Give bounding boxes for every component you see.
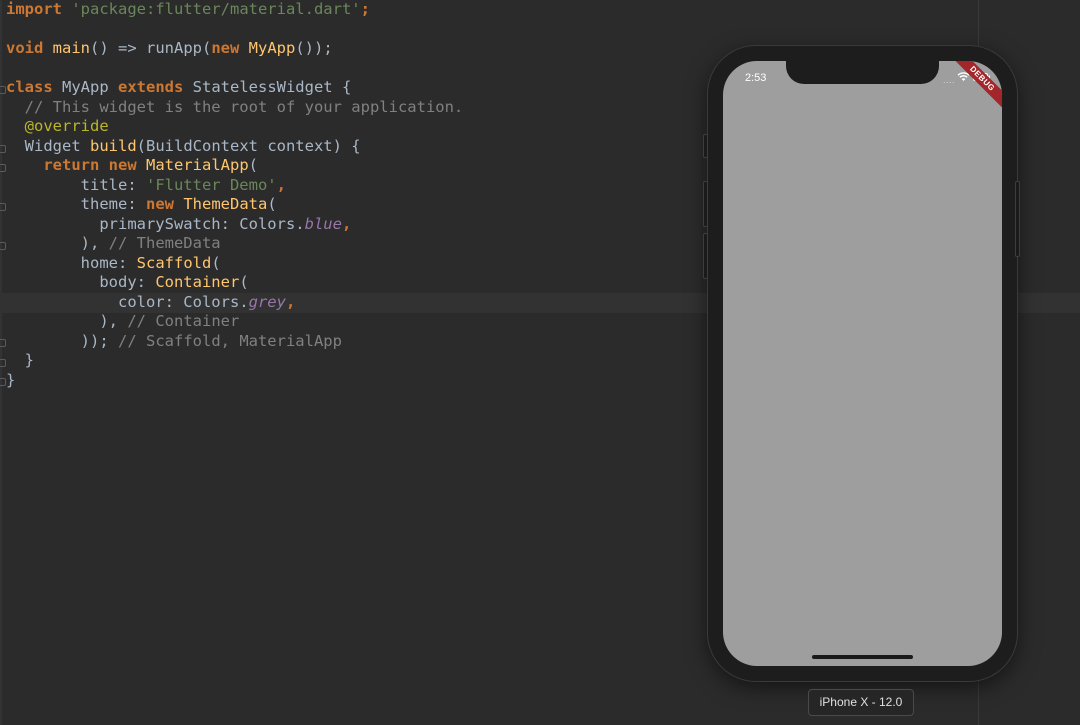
- code-token: (BuildContext context) {: [136, 136, 361, 155]
- home-indicator[interactable]: [812, 655, 913, 659]
- code-token: home:: [6, 253, 137, 272]
- code-line[interactable]: )); // Scaffold, MaterialApp: [6, 332, 463, 352]
- code-line[interactable]: theme: new ThemeData(: [6, 195, 463, 215]
- code-line[interactable]: import 'package:flutter/material.dart';: [6, 0, 463, 20]
- code-token: ),: [6, 234, 109, 252]
- code-token: void: [6, 39, 44, 57]
- iphone-simulator: 2:53 .... DEBUG: [703, 46, 1020, 681]
- code-token: }: [6, 370, 16, 389]
- mute-switch: [703, 134, 708, 158]
- code-token: body:: [6, 273, 156, 291]
- code-token: new: [211, 39, 240, 57]
- code-token: build: [90, 136, 137, 155]
- code-line[interactable]: ), // ThemeData: [6, 234, 463, 254]
- code-line[interactable]: [6, 20, 463, 40]
- code-token: Scaffold: [136, 253, 212, 272]
- code-token: }: [6, 351, 34, 369]
- code-token: // This widget is the root of your appli…: [24, 97, 464, 116]
- code-token: class: [6, 78, 53, 96]
- code-token: @override: [24, 117, 109, 135]
- code-line[interactable]: Widget build(BuildContext context) {: [6, 137, 463, 157]
- code-token: () => runApp(: [90, 39, 212, 57]
- code-token: MyApp: [248, 39, 296, 57]
- code-token: (: [267, 195, 277, 213]
- code-line[interactable]: body: Container(: [6, 273, 463, 293]
- code-line[interactable]: color: Colors.grey,: [6, 293, 463, 313]
- code-token: ,: [285, 292, 296, 311]
- code-text[interactable]: import 'package:flutter/material.dart'; …: [6, 0, 463, 390]
- code-token: ;: [360, 0, 370, 18]
- code-token: Widget: [6, 136, 90, 155]
- phone-notch: [786, 61, 939, 84]
- code-token: ());: [295, 39, 333, 57]
- debug-banner: DEBUG: [945, 61, 1002, 116]
- code-token: MaterialApp: [146, 156, 249, 174]
- code-token: grey: [248, 292, 286, 311]
- code-token: StatelessWidget {: [183, 78, 352, 96]
- code-line[interactable]: [6, 59, 463, 79]
- code-line[interactable]: primarySwatch: Colors.blue,: [6, 215, 463, 235]
- code-token: 'package:flutter/material.dart': [71, 0, 361, 18]
- code-token: ThemeData: [183, 195, 268, 213]
- volume-down-button: [703, 233, 708, 279]
- code-token: ,: [341, 214, 352, 233]
- code-line[interactable]: home: Scaffold(: [6, 254, 463, 274]
- code-token: main: [52, 39, 90, 57]
- app-screen[interactable]: 2:53 .... DEBUG: [723, 61, 1002, 666]
- code-token: import: [6, 0, 62, 18]
- code-token: theme:: [6, 195, 146, 213]
- power-button: [1015, 181, 1020, 257]
- code-token: // Container: [127, 312, 240, 330]
- code-line[interactable]: }: [6, 351, 463, 371]
- code-line[interactable]: class MyApp extends StatelessWidget {: [6, 78, 463, 98]
- code-line[interactable]: // This widget is the root of your appli…: [6, 97, 464, 118]
- code-line[interactable]: @override: [6, 117, 463, 137]
- code-token: (: [211, 253, 221, 272]
- code-line[interactable]: }: [6, 371, 463, 391]
- code-token: // ThemeData: [108, 234, 221, 252]
- code-line[interactable]: void main() => runApp(new MyApp());: [6, 39, 463, 59]
- code-token: MyApp: [52, 78, 118, 96]
- code-token: 'Flutter Demo': [145, 175, 277, 194]
- code-token: ),: [6, 312, 128, 330]
- code-line[interactable]: title: 'Flutter Demo',: [6, 176, 463, 196]
- code-token: extends: [118, 78, 184, 96]
- device-name-label: iPhone X - 12.0: [808, 689, 914, 716]
- code-token: title:: [6, 175, 146, 194]
- code-token: // Scaffold, MaterialApp: [118, 331, 342, 350]
- signal-icon: ....: [943, 75, 956, 85]
- code-line[interactable]: return new MaterialApp(: [6, 156, 463, 176]
- code-token: (: [239, 273, 249, 291]
- code-token: return new: [43, 156, 137, 174]
- code-token: color: Colors.: [6, 292, 249, 311]
- code-token: Container: [155, 273, 240, 291]
- code-token: ,: [276, 175, 286, 194]
- code-token: blue: [304, 214, 342, 233]
- status-bar-time: 2:53: [745, 72, 767, 84]
- code-token: (: [248, 156, 258, 174]
- code-token: ));: [6, 331, 109, 350]
- code-token: primarySwatch: Colors.: [6, 214, 305, 233]
- volume-up-button: [703, 181, 708, 227]
- code-token: new: [145, 195, 174, 213]
- code-line[interactable]: ), // Container: [6, 312, 463, 332]
